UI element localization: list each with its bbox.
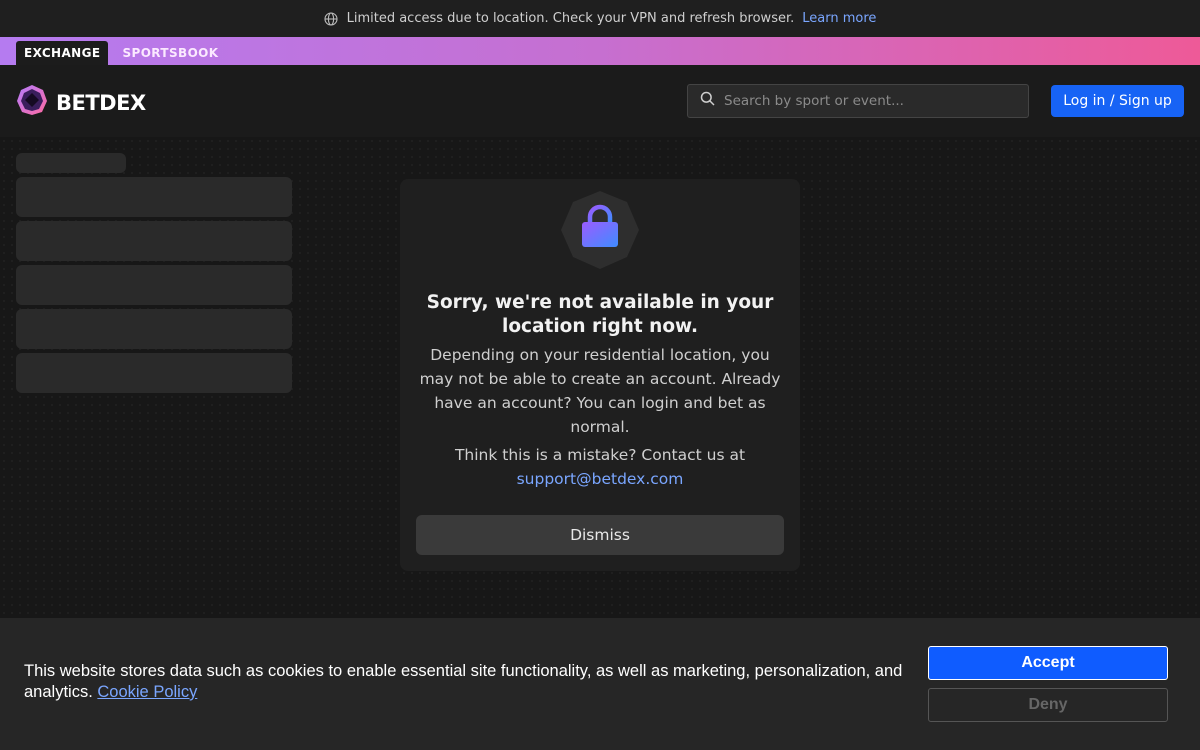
search-input[interactable]	[724, 93, 1004, 109]
learn-more-link[interactable]: Learn more	[802, 11, 876, 26]
product-tabs-bar: EXCHANGE SPORTSBOOK	[0, 37, 1200, 65]
cookie-notice: This website stores data such as cookies…	[24, 661, 904, 703]
cookie-policy-link[interactable]: Cookie Policy	[97, 683, 197, 701]
skeleton-sidebar-item	[16, 353, 292, 393]
skeleton-sidebar-heading	[16, 153, 126, 173]
tab-sportsbook[interactable]: SPORTSBOOK	[114, 41, 226, 65]
skeleton-sidebar-item	[16, 265, 292, 305]
tab-exchange[interactable]: EXCHANGE	[16, 41, 109, 65]
location-restriction-modal: Sorry, we're not available in your locat…	[400, 179, 800, 571]
deny-cookies-button[interactable]: Deny	[928, 688, 1168, 722]
search-box[interactable]	[687, 84, 1029, 118]
modal-contact: Think this is a mistake? Contact us at s…	[416, 443, 784, 491]
logo-text: BETDEX	[56, 90, 146, 115]
skeleton-sidebar-item	[16, 309, 292, 349]
skeleton-sidebar-item	[16, 221, 292, 261]
modal-body-text: Depending on your residential location, …	[419, 346, 781, 436]
lock-badge	[560, 190, 640, 270]
location-notice-bar: Limited access due to location. Check yo…	[0, 0, 1200, 37]
betdex-logo[interactable]: BETDEX	[16, 84, 146, 121]
search-icon	[700, 91, 715, 111]
cookie-consent-bar: This website stores data such as cookies…	[0, 618, 1200, 750]
globe-icon	[324, 11, 338, 26]
logo-icon	[16, 84, 48, 121]
site-header: BETDEX Log in / Sign up	[0, 65, 1200, 137]
support-email-link[interactable]: support@betdex.com	[517, 470, 684, 488]
location-notice-text: Limited access due to location. Check yo…	[346, 11, 795, 26]
accept-cookies-button[interactable]: Accept	[928, 646, 1168, 680]
dismiss-button[interactable]: Dismiss	[416, 515, 784, 555]
contact-text: Think this is a mistake? Contact us at	[454, 446, 746, 464]
skeleton-sidebar-item	[16, 177, 292, 217]
modal-title: Sorry, we're not available in your locat…	[426, 292, 774, 337]
login-signup-button[interactable]: Log in / Sign up	[1051, 85, 1184, 117]
